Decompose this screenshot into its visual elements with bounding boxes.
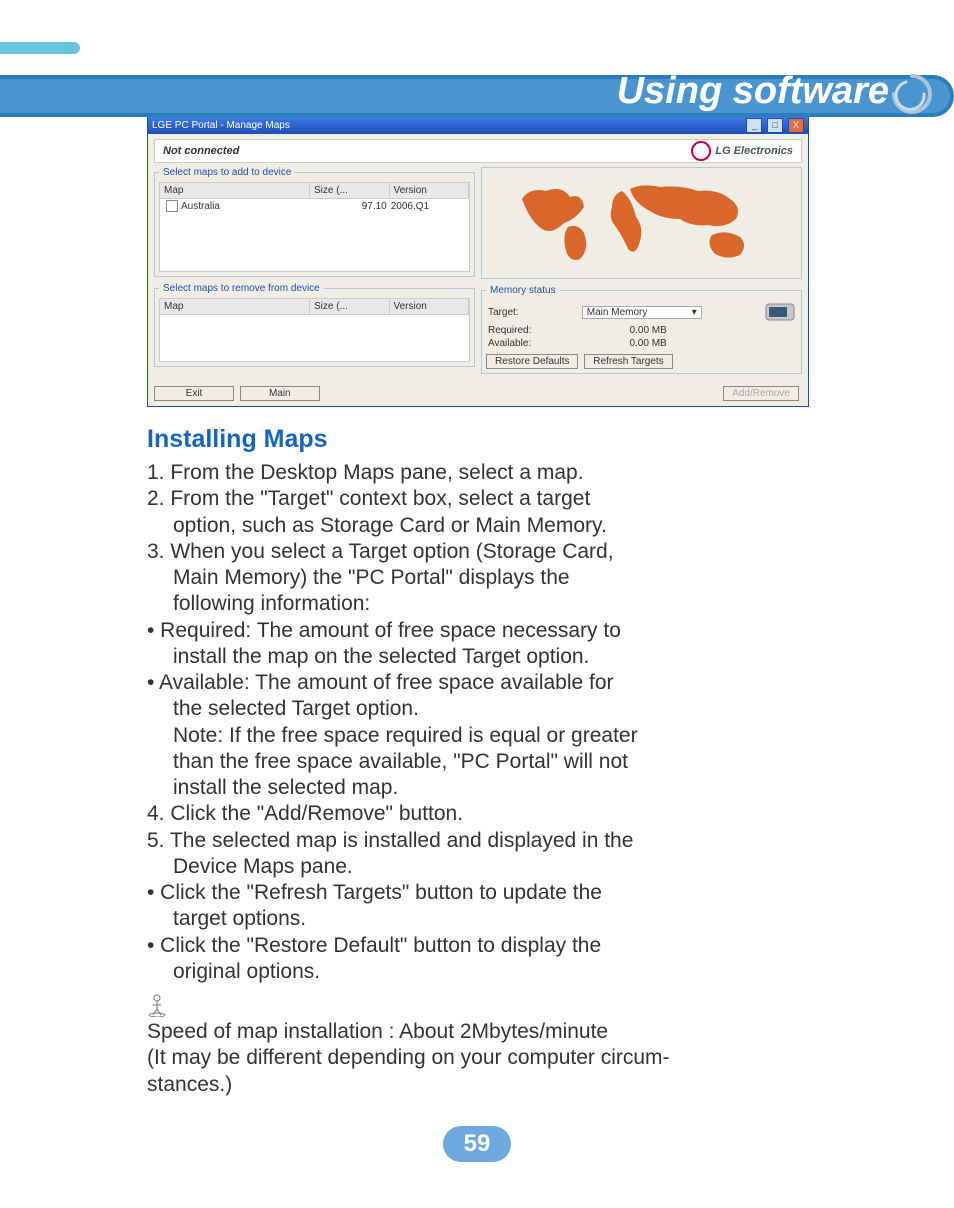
col-version[interactable]: Version — [390, 183, 470, 198]
close-button[interactable]: X — [788, 118, 804, 133]
add-maps-table: Map Size (... Version Australia 97.10 20… — [159, 182, 470, 272]
add-table-header: Map Size (... Version — [160, 183, 469, 199]
article-line: install the map on the selected Target o… — [147, 644, 807, 670]
col-map[interactable]: Map — [160, 183, 310, 198]
remove-table-header: Map Size (... Version — [160, 299, 469, 315]
checkbox[interactable] — [166, 200, 178, 212]
note-line-2: (It may be different depending on your c… — [147, 1045, 807, 1071]
article-line: Note: If the free space required is equa… — [147, 723, 807, 749]
section-title: Using software — [617, 70, 889, 113]
col-version[interactable]: Version — [390, 299, 470, 314]
maximize-button[interactable]: □ — [767, 118, 783, 133]
article-line: than the free space available, "PC Porta… — [147, 749, 807, 775]
article-line: 3. When you select a Target option (Stor… — [147, 539, 807, 565]
article-line: the selected Target option. — [147, 696, 807, 722]
article-line: • Available: The amount of free space av… — [147, 670, 807, 696]
main-button[interactable]: Main — [240, 386, 320, 401]
article-line: target options. — [147, 906, 807, 932]
article-heading: Installing Maps — [147, 425, 807, 454]
required-value: 0.00 MB — [630, 325, 667, 336]
page-number: 59 — [443, 1126, 511, 1162]
minimize-button[interactable]: _ — [746, 118, 762, 133]
world-map — [481, 167, 802, 279]
memory-legend: Memory status — [486, 285, 560, 296]
lg-logo-icon — [691, 141, 711, 161]
status-bar: Not connected LG Electronics — [154, 139, 802, 163]
target-label: Target: — [488, 307, 519, 318]
note-line-1: Speed of map installation : About 2Mbyte… — [147, 1019, 807, 1045]
col-size[interactable]: Size (... — [310, 183, 390, 198]
article-line: following information: — [147, 591, 807, 617]
window-title: LGE PC Portal - Manage Maps — [152, 120, 290, 131]
article-body: Installing Maps 1. From the Desktop Maps… — [147, 425, 807, 1098]
article-line: 1. From the Desktop Maps pane, select a … — [147, 460, 807, 486]
exit-button[interactable]: Exit — [154, 386, 234, 401]
article-line: option, such as Storage Card or Main Mem… — [147, 513, 807, 539]
add-remove-button[interactable]: Add/Remove — [723, 386, 799, 401]
available-value: 0.00 MB — [629, 338, 666, 349]
table-row[interactable]: Australia 97.10 2006.Q1 — [160, 199, 469, 213]
article-line: 2. From the "Target" context box, select… — [147, 486, 807, 512]
chevron-down-icon: ▾ — [692, 307, 697, 318]
col-size[interactable]: Size (... — [310, 299, 390, 314]
window-footer: Exit Main Add/Remove — [148, 386, 808, 406]
remove-maps-group: Select maps to remove from device Map Si… — [154, 283, 475, 367]
connection-status: Not connected — [163, 145, 239, 157]
article-line: • Required: The amount of free space nec… — [147, 618, 807, 644]
article-line: install the selected map. — [147, 775, 807, 801]
article-line: • Click the "Restore Default" button to … — [147, 933, 807, 959]
note-line-3: stances.) — [147, 1072, 807, 1098]
article-line: original options. — [147, 959, 807, 985]
device-icon — [765, 301, 795, 323]
decorative-stub — [0, 42, 80, 54]
memory-status-group: Memory status Target: Main Memory ▾ Requ… — [481, 285, 802, 374]
window-controls: _ □ X — [744, 118, 804, 133]
note-icon — [147, 993, 167, 1017]
page-header: Using software — [0, 0, 954, 115]
titlebar: LGE PC Portal - Manage Maps _ □ X — [148, 116, 808, 134]
required-label: Required: — [488, 325, 531, 336]
swirl-icon — [888, 70, 936, 118]
article-line: • Click the "Refresh Targets" button to … — [147, 880, 807, 906]
refresh-targets-button[interactable]: Refresh Targets — [584, 354, 672, 369]
available-label: Available: — [488, 338, 531, 349]
add-maps-legend: Select maps to add to device — [159, 167, 295, 178]
brand-label: LG Electronics — [691, 141, 793, 161]
article-line: Main Memory) the "PC Portal" displays th… — [147, 565, 807, 591]
add-maps-group: Select maps to add to device Map Size (.… — [154, 167, 475, 277]
target-select[interactable]: Main Memory ▾ — [582, 306, 702, 319]
remove-maps-table: Map Size (... Version — [159, 298, 470, 362]
app-window: LGE PC Portal - Manage Maps _ □ X Not co… — [147, 115, 809, 407]
remove-maps-legend: Select maps to remove from device — [159, 283, 324, 294]
article-line: 5. The selected map is installed and dis… — [147, 828, 807, 854]
restore-defaults-button[interactable]: Restore Defaults — [486, 354, 578, 369]
col-map[interactable]: Map — [160, 299, 310, 314]
article-line: 4. Click the "Add/Remove" button. — [147, 801, 807, 827]
article-line: Device Maps pane. — [147, 854, 807, 880]
